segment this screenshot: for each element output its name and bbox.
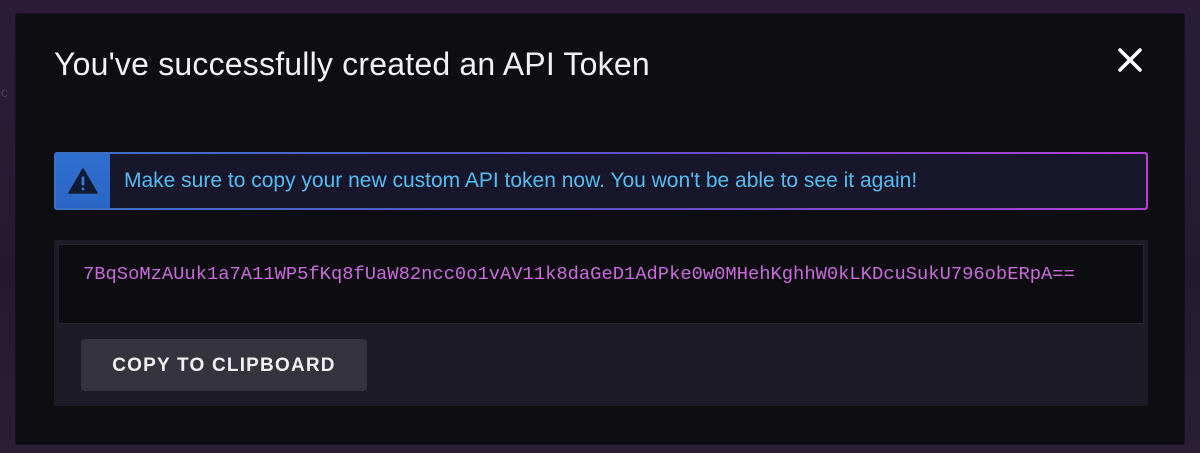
api-token-value[interactable]: 7BqSoMzAUuk1a7A11WP5fKq8fUaW82ncc0o1vAV1… [83, 261, 1133, 287]
api-token-modal: You've successfully created an API Token… [16, 14, 1184, 444]
token-panel: 7BqSoMzAUuk1a7A11WP5fKq8fUaW82ncc0o1vAV1… [54, 240, 1148, 406]
warning-icon [68, 168, 98, 194]
modal-title: You've successfully created an API Token [54, 46, 650, 82]
token-display[interactable]: 7BqSoMzAUuk1a7A11WP5fKq8fUaW82ncc0o1vAV1… [58, 244, 1144, 324]
backdrop-text: cc [0, 84, 8, 100]
warning-alert: Make sure to copy your new custom API to… [54, 152, 1148, 210]
alert-icon-container [56, 154, 110, 208]
warning-alert-body: Make sure to copy your new custom API to… [56, 154, 1146, 208]
close-icon [1118, 48, 1142, 72]
copy-to-clipboard-button[interactable]: COPY TO CLIPBOARD [81, 339, 367, 391]
alert-message: Make sure to copy your new custom API to… [124, 169, 918, 192]
close-button[interactable] [1112, 42, 1148, 78]
